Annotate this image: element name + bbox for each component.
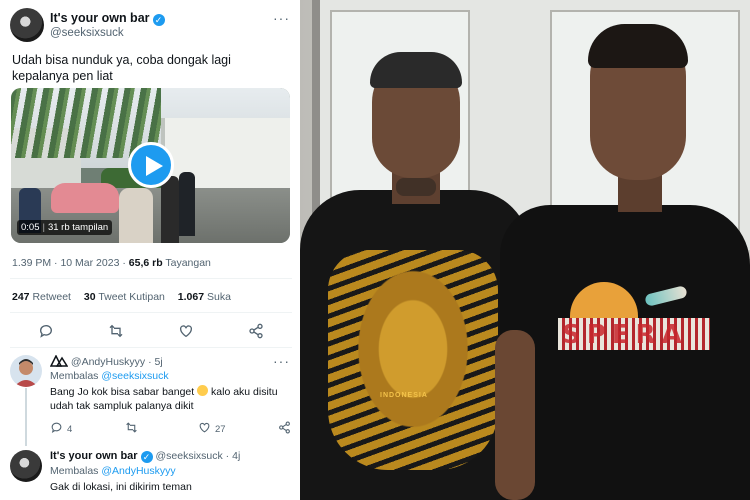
tweet-actions bbox=[38, 323, 278, 341]
reply-avatar[interactable] bbox=[10, 355, 42, 387]
tweet-meta: 1.39 PM · 10 Mar 2023 · 65,6 rb Tayangan bbox=[12, 257, 211, 269]
video-scene-car bbox=[51, 183, 119, 213]
separator: | bbox=[42, 222, 45, 233]
like-icon[interactable]: 27 bbox=[198, 421, 226, 435]
flushed-emoji-icon bbox=[197, 385, 209, 396]
divider bbox=[10, 312, 292, 313]
reply-icon[interactable]: 4 bbox=[50, 421, 72, 435]
author-name[interactable]: It's your own bar ✓ bbox=[50, 11, 165, 26]
more-options-icon[interactable]: ··· bbox=[273, 10, 290, 26]
reply-author[interactable]: @AndyHuskyyy · 5j bbox=[49, 354, 163, 368]
retweet-icon[interactable] bbox=[108, 323, 126, 341]
replying-to: Membalas @AndyHuskyyy bbox=[50, 465, 176, 477]
verified-badge-icon: ✓ bbox=[140, 451, 153, 463]
more-options-icon[interactable]: ··· bbox=[273, 353, 290, 369]
verified-badge-icon: ✓ bbox=[152, 14, 165, 26]
play-icon[interactable] bbox=[128, 142, 174, 188]
share-icon[interactable] bbox=[248, 323, 266, 341]
replying-to: Membalas @seeksixsuck bbox=[50, 370, 169, 382]
reply-item[interactable]: It's your own bar ✓ @seeksixsuck · 4j Mem… bbox=[10, 450, 292, 500]
reply-author[interactable]: It's your own bar ✓ @seeksixsuck · 4j bbox=[50, 450, 240, 463]
share-icon[interactable] bbox=[278, 421, 295, 435]
divider bbox=[10, 278, 292, 279]
photo-neck-tattoo bbox=[396, 178, 436, 196]
author-handle[interactable]: @seeksixsuck bbox=[50, 27, 124, 39]
likes-stat[interactable]: 1.067 Suka bbox=[178, 291, 231, 303]
photo-shirt-garuda-print bbox=[328, 250, 498, 470]
photo-shirt-text: INDONESIA bbox=[380, 392, 428, 399]
tweet-date[interactable]: 10 Mar 2023 bbox=[60, 257, 119, 269]
views-label: Tayangan bbox=[165, 257, 211, 269]
triangle-logo-icon bbox=[49, 354, 69, 367]
quotes-stat[interactable]: 30 Tweet Kutipan bbox=[84, 291, 165, 303]
photo: INDONESIA SPERA bbox=[300, 0, 750, 500]
photo-boy-hair bbox=[588, 24, 688, 68]
reply-icon[interactable] bbox=[38, 323, 56, 341]
video-scene-person bbox=[161, 176, 179, 243]
photo-boy-arm bbox=[495, 330, 535, 500]
video-scene-person bbox=[179, 172, 195, 236]
photo-man-cap bbox=[370, 52, 462, 88]
reply-text: Bang Jo kok bisa sabar banget kalo aku d… bbox=[50, 385, 278, 412]
tweet-text: Udah bisa nunduk ya, coba dongak lagi ke… bbox=[12, 53, 231, 83]
photo-shirt-text: SPERA bbox=[562, 320, 688, 350]
reply-item[interactable]: @AndyHuskyyy · 5j ··· Membalas @seeksixs… bbox=[10, 353, 295, 440]
tweet-video[interactable]: 0:05 | 31 rb tampilan bbox=[11, 88, 290, 243]
tweet-panel: It's your own bar ✓ @seeksixsuck ··· Udah… bbox=[0, 0, 300, 500]
divider bbox=[10, 347, 292, 348]
author-avatar[interactable] bbox=[10, 8, 44, 42]
reply-text: Gak di lokasi, ini dikirim teman bbox=[50, 481, 192, 493]
video-scene-person bbox=[119, 188, 153, 243]
thread-line bbox=[25, 388, 27, 446]
video-duration-badge: 0:05 | 31 rb tampilan bbox=[17, 220, 113, 235]
retweets-stat[interactable]: 247 Retweet bbox=[12, 291, 71, 303]
reply-avatar[interactable] bbox=[10, 450, 42, 482]
views-count: 65,6 rb bbox=[128, 257, 163, 269]
tweet-header: It's your own bar ✓ @seeksixsuck ··· bbox=[10, 8, 292, 42]
tweet-time[interactable]: 1.39 PM bbox=[12, 257, 51, 269]
tweet-stats: 247 Retweet 30 Tweet Kutipan 1.067 Suka bbox=[12, 291, 241, 303]
photo-boy-shirt bbox=[500, 205, 750, 500]
retweet-icon[interactable] bbox=[125, 421, 142, 435]
like-icon[interactable] bbox=[178, 323, 196, 341]
